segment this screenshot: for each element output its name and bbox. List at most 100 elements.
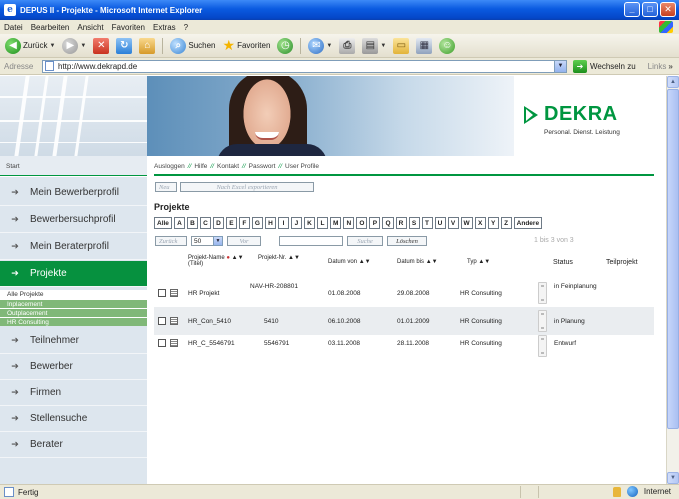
filter-letter-button[interactable]: F	[238, 217, 250, 229]
cell-name[interactable]: HR Projekt	[188, 290, 219, 297]
chevron-down-icon[interactable]: ▼	[80, 43, 86, 49]
sidebar-subitem-alle-projekte[interactable]: Alle Projekte	[0, 290, 147, 299]
filter-letter-button[interactable]: M	[329, 217, 342, 229]
cell-scrollbar[interactable]	[538, 335, 547, 357]
forward-button[interactable]: ▶ ▼	[60, 36, 88, 56]
go-button[interactable]: ➔ Wechseln zu	[573, 59, 636, 73]
sort-arrows-icon[interactable]: ▲▼	[359, 259, 371, 265]
cell-scrollbar[interactable]	[538, 310, 547, 332]
history-button[interactable]: ◷	[275, 36, 295, 56]
filter-letter-button[interactable]: U	[434, 217, 446, 229]
filter-letter-button[interactable]: E	[225, 217, 237, 229]
sidebar-item-firmen[interactable]: ➔ Firmen	[0, 380, 147, 406]
minimize-button[interactable]: _	[624, 2, 640, 17]
forward-page-button[interactable]: Vor	[227, 236, 261, 246]
menu-help[interactable]: ?	[184, 23, 188, 32]
refresh-button[interactable]: ↻	[114, 36, 134, 56]
filter-letter-button[interactable]: O	[356, 217, 368, 229]
sidebar-item-bewerberprofil[interactable]: ➔ Mein Bewerberprofil	[0, 180, 147, 206]
links-button[interactable]: Links	[648, 62, 667, 71]
sidebar-item-projekte[interactable]: ➔ Projekte	[0, 261, 147, 287]
filter-other-button[interactable]: Andere	[513, 217, 543, 229]
filter-letter-button[interactable]: H	[264, 217, 276, 229]
sort-arrows-icon[interactable]: ▲▼	[288, 255, 300, 261]
menu-ansicht[interactable]: Ansicht	[77, 23, 103, 32]
sort-arrows-icon[interactable]: ▲▼	[426, 259, 438, 265]
filter-letter-button[interactable]: X	[474, 217, 486, 229]
menu-extras[interactable]: Extras	[153, 23, 176, 32]
col-header-from[interactable]: Datum von ▲▼	[328, 259, 371, 265]
mail-button[interactable]: ✉ ▼	[306, 36, 334, 56]
filter-letter-button[interactable]: R	[395, 217, 407, 229]
sidebar-item-bewerbersuchprofil[interactable]: ➔ Bewerbersuchprofil	[0, 207, 147, 233]
filter-letter-button[interactable]: Y	[487, 217, 499, 229]
document-icon[interactable]	[170, 339, 178, 347]
sidebar-item-teilnehmer[interactable]: ➔ Teilnehmer	[0, 328, 147, 354]
close-button[interactable]: ✕	[660, 2, 676, 17]
favorites-button[interactable]: ★ Favoriten	[221, 36, 273, 56]
print-button[interactable]: ⎙	[337, 36, 357, 56]
chevron-down-icon[interactable]: ▼	[213, 236, 223, 246]
filter-letter-button[interactable]: B	[186, 217, 198, 229]
nav-logout[interactable]: Ausloggen	[154, 163, 185, 170]
filter-letter-button[interactable]: V	[447, 217, 459, 229]
scrollbar-thumb[interactable]	[667, 89, 679, 429]
research-button[interactable]: ▦	[414, 36, 434, 56]
sidebar-item-stellensuche[interactable]: ➔ Stellensuche	[0, 406, 147, 432]
delete-button[interactable]: Löschen	[387, 236, 427, 246]
col-header-type[interactable]: Typ ▲▼	[467, 259, 490, 265]
page-scrollbar[interactable]: ▲ ▼	[666, 76, 679, 484]
filter-letter-button[interactable]: I	[277, 217, 289, 229]
filter-letter-button[interactable]: Q	[382, 217, 394, 229]
nav-contact[interactable]: Kontakt	[217, 163, 239, 170]
filter-letter-button[interactable]: W	[460, 217, 473, 229]
sort-arrows-icon[interactable]: ▲▼	[478, 259, 490, 265]
folder-button[interactable]: ▭	[391, 36, 411, 56]
filter-all-button[interactable]: Alle	[154, 217, 172, 229]
filter-letter-button[interactable]: N	[343, 217, 355, 229]
table-row[interactable]: HR_C_5546791 5546791 03.11.2008 28.11.20…	[154, 335, 654, 363]
document-icon[interactable]	[170, 317, 178, 325]
sidebar-item-berater[interactable]: ➔ Berater	[0, 432, 147, 458]
nav-help[interactable]: Hilfe	[194, 163, 207, 170]
search-submit-button[interactable]: Suche	[347, 236, 383, 246]
col-header-to[interactable]: Datum bis ▲▼	[397, 259, 438, 265]
filter-letter-button[interactable]: A	[173, 217, 185, 229]
address-input[interactable]: http://www.dekrapd.de ▼	[42, 59, 567, 73]
filter-letter-button[interactable]: P	[369, 217, 381, 229]
row-checkbox[interactable]	[158, 339, 166, 347]
filter-letter-button[interactable]: J	[290, 217, 302, 229]
table-row[interactable]: HR_Con_5410 5410 06.10.2008 01.01.2009 H…	[154, 307, 654, 335]
cell-scrollbar[interactable]	[538, 282, 547, 304]
sidebar-item-bewerber[interactable]: ➔ Bewerber	[0, 354, 147, 380]
sort-arrows-icon[interactable]: ▲▼	[232, 255, 244, 261]
filter-letter-button[interactable]: C	[199, 217, 211, 229]
sidebar-subitem-inplacement[interactable]: Inplacement	[0, 299, 147, 308]
row-checkbox[interactable]	[158, 289, 166, 297]
messenger-button[interactable]: ☺	[437, 36, 457, 56]
stop-button[interactable]: ✕	[91, 36, 111, 56]
filter-letter-button[interactable]: L	[316, 217, 328, 229]
filter-letter-button[interactable]: D	[212, 217, 224, 229]
cell-name[interactable]: HR_Con_5410	[188, 318, 231, 325]
new-button[interactable]: Neu	[155, 182, 177, 192]
col-header-name[interactable]: Projekt-Name ● ▲▼ (Titel)	[188, 255, 248, 267]
scroll-up-icon[interactable]: ▲	[667, 76, 679, 88]
maximize-button[interactable]: □	[642, 2, 658, 17]
menu-datei[interactable]: Datei	[4, 23, 23, 32]
sidebar-subitem-outplacement[interactable]: Outplacement	[0, 308, 147, 317]
table-row[interactable]: HR Projekt NAV-HR-208801 01.08.2008 29.0…	[154, 279, 654, 307]
filter-letter-button[interactable]: K	[303, 217, 315, 229]
search-input[interactable]	[279, 236, 343, 246]
back-page-button[interactable]: Zurück	[155, 236, 187, 246]
start-link[interactable]: Start	[6, 163, 20, 170]
sidebar-item-beraterprofil[interactable]: ➔ Mein Beraterprofil	[0, 234, 147, 260]
scroll-down-icon[interactable]: ▼	[667, 472, 679, 484]
export-excel-button[interactable]: Nach Excel exportieren	[180, 182, 314, 192]
menu-favoriten[interactable]: Favoriten	[112, 23, 145, 32]
search-button[interactable]: ⌕ Suchen	[168, 36, 217, 56]
back-button[interactable]: ◀ Zurück ▼	[3, 36, 57, 56]
chevron-right-icon[interactable]: »	[668, 62, 672, 71]
chevron-down-icon[interactable]: ▼	[326, 43, 332, 49]
window-titlebar[interactable]: e DEPUS II - Projekte - Microsoft Intern…	[0, 0, 679, 20]
